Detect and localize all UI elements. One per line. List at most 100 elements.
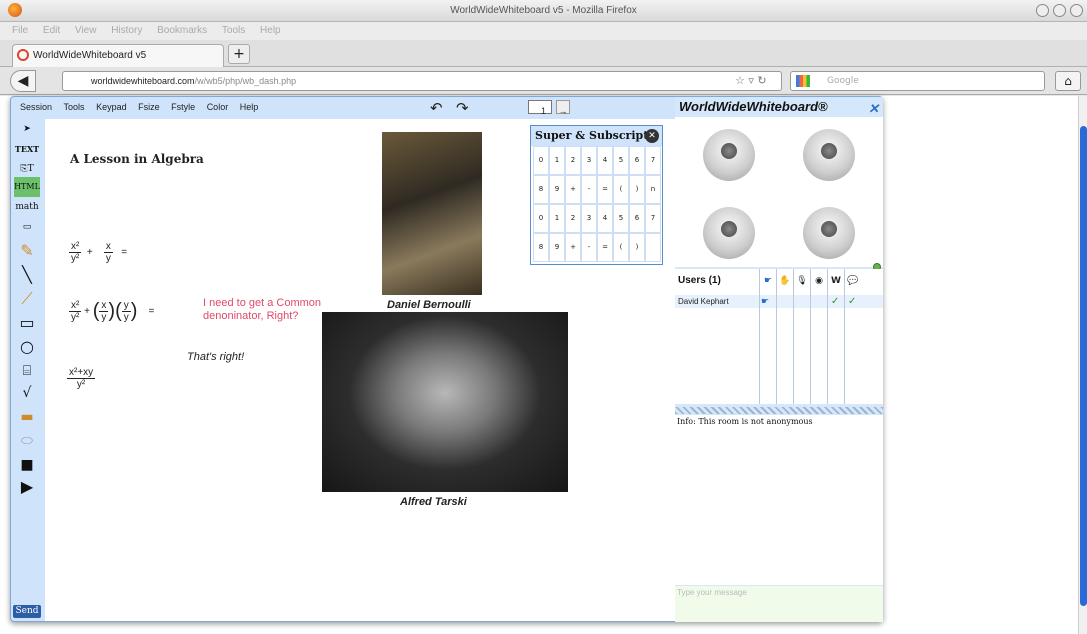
send-button[interactable]: Send — [13, 605, 41, 618]
square-root-tool-icon[interactable]: √ — [14, 383, 40, 403]
key[interactable]: 4 — [597, 146, 613, 175]
rectangle-tool-icon[interactable]: ▭ — [14, 313, 40, 333]
key[interactable]: + — [565, 175, 581, 204]
play-icon[interactable]: ▶ — [14, 477, 40, 497]
key[interactable]: - — [581, 175, 597, 204]
url-tool-icon[interactable]: ▭ — [14, 217, 40, 237]
fraction-tool-icon[interactable]: ⌸ — [14, 361, 40, 381]
key[interactable]: 2 — [565, 204, 581, 233]
line-tool-icon[interactable]: ╲ — [14, 265, 40, 285]
search-box[interactable]: Google — [790, 71, 1045, 91]
key[interactable]: 9 — [549, 233, 565, 262]
page-scrollbar[interactable] — [1078, 96, 1087, 634]
math-tool[interactable]: math — [14, 197, 40, 217]
key[interactable]: 8 — [533, 175, 549, 204]
key[interactable]: ) — [629, 233, 645, 262]
key[interactable] — [645, 233, 661, 262]
highlighter-tool-icon[interactable]: ⟋ — [14, 289, 40, 309]
key[interactable]: 3 — [581, 204, 597, 233]
key[interactable]: = — [597, 233, 613, 262]
key[interactable]: 4 — [597, 204, 613, 233]
key[interactable]: 9 — [549, 175, 565, 204]
url-bar[interactable]: worldwidewhiteboard.com/w/wb5/php/wb_das… — [62, 71, 782, 91]
student-note: I need to get a Common denoninator, Righ… — [203, 297, 322, 322]
key[interactable]: 7 — [645, 204, 661, 233]
key[interactable]: 1 — [549, 204, 565, 233]
close-window-icon[interactable] — [1036, 4, 1049, 17]
key[interactable]: 0 — [533, 204, 549, 233]
app-menu-tools[interactable]: Tools — [64, 97, 85, 117]
key[interactable]: - — [581, 233, 597, 262]
key[interactable]: 5 — [613, 204, 629, 233]
redo-icon[interactable]: ↷ — [456, 99, 469, 119]
text-tool[interactable]: TEXT — [14, 139, 40, 159]
ellipse-tool-icon[interactable]: ○ — [14, 337, 40, 357]
app-menu-fstyle[interactable]: Fstyle — [171, 97, 195, 117]
raise-hand-icon[interactable]: ✋ — [779, 275, 791, 287]
scroll-thumb[interactable] — [1080, 126, 1087, 606]
chat-icon[interactable]: 💬 — [847, 275, 859, 287]
key[interactable]: 6 — [629, 204, 645, 233]
panel-brand: WorldWideWhiteboard® — [679, 99, 828, 114]
key[interactable]: 6 — [629, 146, 645, 175]
whiteboard-canvas[interactable]: A Lesson in Algebra x² y² + xy = x² y² + (… — [45, 119, 675, 621]
key[interactable]: = — [597, 175, 613, 204]
menu-edit[interactable]: Edit — [43, 22, 60, 40]
webcam-icon[interactable] — [803, 129, 855, 181]
key[interactable]: 2 — [565, 146, 581, 175]
webcam-icon[interactable] — [703, 129, 755, 181]
new-tab-button[interactable]: + — [228, 44, 250, 64]
app-menu-help[interactable]: Help — [240, 97, 259, 117]
undo-icon[interactable]: ↶ — [430, 99, 443, 119]
key[interactable]: 8 — [533, 233, 549, 262]
app-menu-keypad[interactable]: Keypad — [96, 97, 127, 117]
reload-icon[interactable]: ↻ — [757, 74, 766, 87]
key[interactable]: n — [645, 175, 661, 204]
webcam-icon[interactable] — [703, 207, 755, 259]
key[interactable]: ) — [629, 175, 645, 204]
menu-help[interactable]: Help — [260, 22, 281, 40]
insert-image-tool-icon[interactable]: ▬ — [14, 407, 40, 427]
key[interactable]: 5 — [613, 146, 629, 175]
app-menu-session[interactable]: Session — [20, 97, 52, 117]
webcam-icon[interactable] — [803, 207, 855, 259]
color-picker-icon[interactable]: ■ — [14, 455, 40, 475]
app-menu-fsize[interactable]: Fsize — [138, 97, 160, 117]
page-selector[interactable]: 1 ⬍ — [528, 100, 552, 136]
key[interactable]: 0 — [533, 146, 549, 175]
tab-whiteboard[interactable]: WorldWideWhiteboard v5 — [12, 44, 224, 67]
palette-close-icon[interactable]: ✕ — [645, 129, 659, 143]
pointer-hand-icon[interactable]: ☛ — [762, 275, 774, 287]
key[interactable]: ( — [613, 175, 629, 204]
camera-icon[interactable]: ◉ — [813, 275, 825, 287]
menu-tools[interactable]: Tools — [222, 22, 245, 40]
back-button[interactable]: ◀ — [10, 70, 36, 92]
menu-history[interactable]: History — [111, 22, 142, 40]
eraser-tool-icon[interactable]: ⬭ — [14, 431, 40, 451]
key[interactable]: 1 — [549, 146, 565, 175]
eq2-plus: + — [84, 306, 90, 318]
dropdown-icon[interactable]: ▿ — [748, 74, 754, 87]
next-page-icon[interactable]: → — [556, 100, 570, 116]
menu-bookmarks[interactable]: Bookmarks — [157, 22, 207, 40]
key[interactable]: 3 — [581, 146, 597, 175]
microphone-icon[interactable]: 🎙 — [796, 275, 808, 287]
pencil-tool-icon[interactable]: ✎ — [14, 241, 40, 261]
bookmark-star-icon[interactable]: ☆ — [735, 74, 745, 87]
app-menu-color[interactable]: Color — [207, 97, 229, 117]
resize-divider[interactable] — [675, 407, 883, 414]
paste-text-tool-icon[interactable]: ⎘T — [14, 159, 40, 179]
pointer-tool-icon[interactable]: ➤ — [14, 119, 40, 139]
message-input[interactable]: Type your message — [675, 586, 883, 622]
minimize-window-icon[interactable] — [1053, 4, 1066, 17]
menu-view[interactable]: View — [75, 22, 97, 40]
key[interactable]: + — [565, 233, 581, 262]
menu-file[interactable]: File — [12, 22, 28, 40]
write-permission-label[interactable]: W — [830, 275, 842, 287]
key[interactable]: ( — [613, 233, 629, 262]
home-button[interactable]: ⌂ — [1055, 71, 1081, 91]
zoom-window-icon[interactable] — [1070, 4, 1083, 17]
panel-close-icon[interactable]: ✕ — [868, 99, 879, 119]
key[interactable]: 7 — [645, 146, 661, 175]
html-tool[interactable]: HTML — [14, 177, 40, 197]
